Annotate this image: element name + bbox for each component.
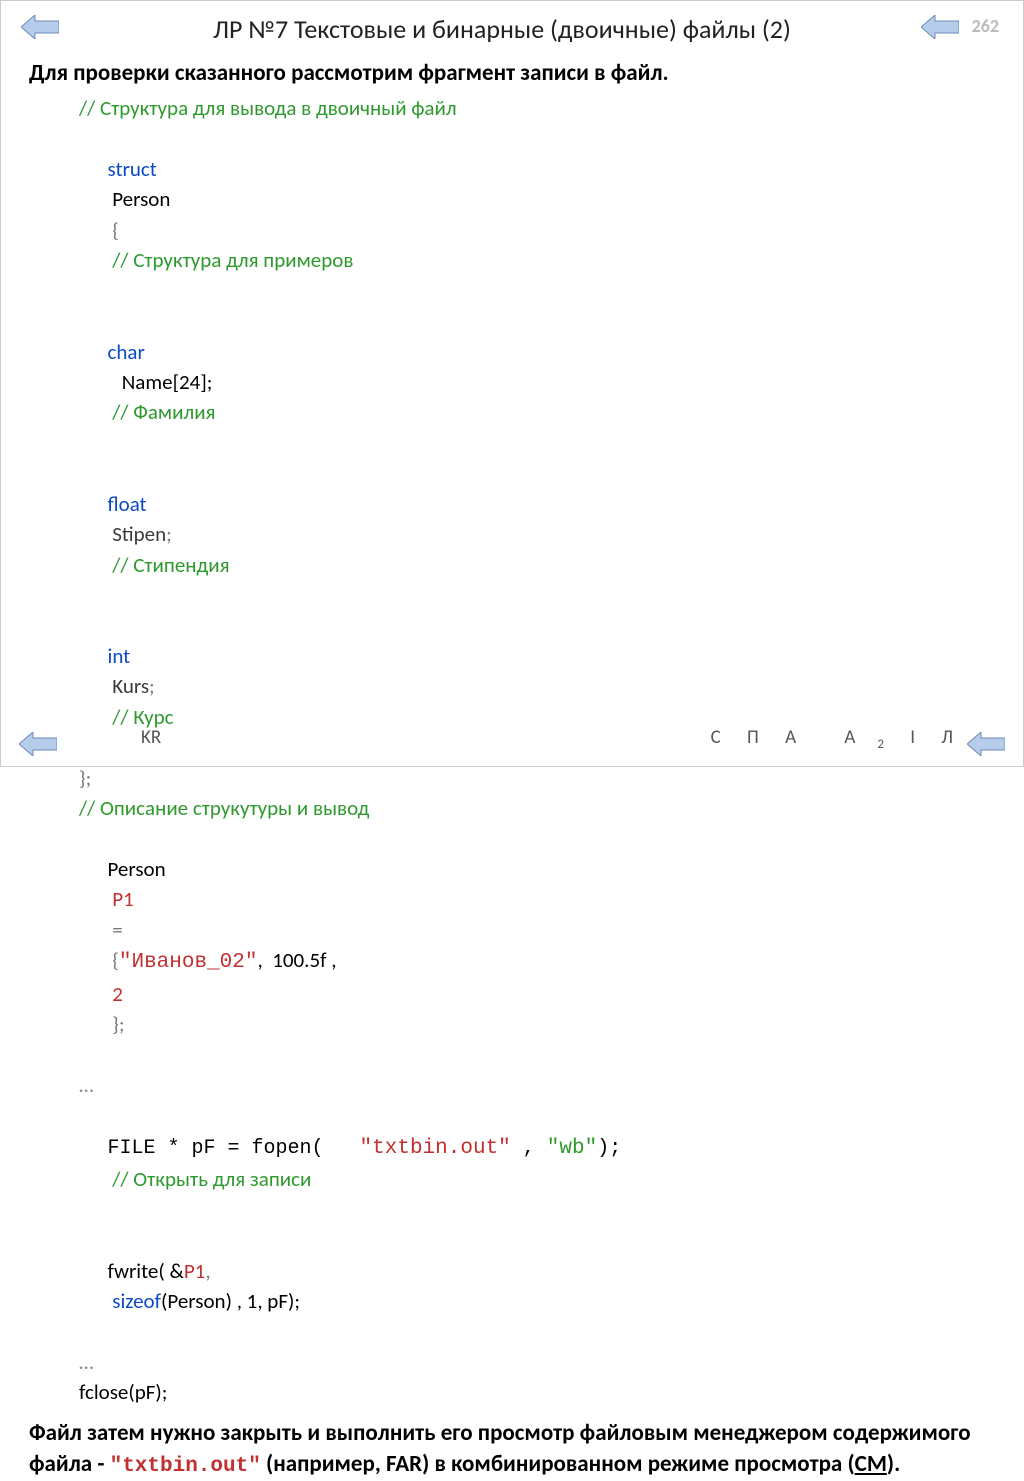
arrow-left-icon[interactable] [921,15,959,39]
footer-nav: KR С П А А2 I Л [141,726,953,752]
arrow-left-icon[interactable] [21,15,59,39]
outro-text: Файл затем нужно закрыть и выполнить его… [21,1418,1003,1481]
slide-page: ЛР №7 Текстовые и бинарные (двоичные) фа… [0,0,1024,767]
code-text: fwrite( & [108,1258,184,1284]
footer-link-l[interactable]: Л [941,726,953,749]
code-ident: Stipen [112,521,166,547]
code-keyword: sizeof [112,1288,161,1314]
code-comment: // Фамилия [112,399,215,425]
code-comment: // Структура для вывода в двоичный файл [79,95,457,121]
outro-part: ). [887,1450,900,1478]
code-mono: ); [597,1137,621,1160]
code-mono: FILE * pF = fopen( [108,1137,360,1160]
code-type: Person [108,856,166,882]
code-brace: { [112,217,119,243]
code-string: "txtbin.out" [360,1137,511,1160]
code-semi: ; [166,521,172,547]
footer-link-a[interactable]: А [785,726,796,749]
code-brace: }; [79,765,91,791]
code-string: "Иванов_02" [119,951,258,974]
code-text: , 100.5f , [257,947,336,973]
code-semi: ; [149,673,155,699]
arrow-left-icon[interactable] [967,732,1005,756]
footer-link-p[interactable]: П [747,726,759,749]
code-ident: Person [112,186,170,212]
code-brace: { [112,947,119,973]
footer-kr[interactable]: KR [141,726,161,752]
arrow-left-icon[interactable] [19,732,57,756]
code-comma: , [205,1258,210,1284]
code-text: (Person) , 1, pF); [161,1288,300,1314]
code-decl: Name[24]; [122,369,213,395]
code-string: "wb" [547,1137,597,1160]
outro-part: (например, FAR) в комбинированном режиме… [261,1450,855,1478]
header-row: ЛР №7 Текстовые и бинарные (двоичные) фа… [21,13,1003,45]
page-number: 262 [972,15,999,37]
footer-right: С П А А2 I Л [689,726,953,752]
code-mono: , [511,1137,547,1160]
code-text: fclose(pF); [79,1379,167,1405]
code-brace: }; [112,1011,124,1037]
code-var: P1 [112,886,134,912]
code-ident: Kurs [112,673,149,699]
outro-filename: "txtbin.out" [110,1455,261,1478]
code-op: = [112,917,122,943]
code-ellipsis: … [79,1349,94,1375]
code-keyword: int [108,643,131,669]
code-comment: // Открыть для записи [112,1166,311,1192]
footer-link-i[interactable]: I [910,726,915,749]
outro-cm: СМ [855,1450,887,1478]
code-var: P1 [184,1258,206,1284]
code-comment: // Стипендия [112,552,229,578]
footer-link-c[interactable]: С [711,726,721,749]
code-keyword: struct [108,156,157,182]
page-title: ЛР №7 Текстовые и бинарные (двоичные) фа… [21,13,1003,45]
code-ellipsis: … [79,1072,94,1098]
code-number: 2 [112,981,123,1007]
footer-link-a2[interactable]: А2 [822,726,884,749]
intro-text: Для проверки сказанного рассмотрим фрагм… [21,59,1003,87]
code-comment: // Описание струкутуры и вывод [79,795,369,821]
code-comment: // Структура для примеров [112,247,353,273]
code-keyword: char [108,339,145,365]
code-keyword: float [108,491,147,517]
